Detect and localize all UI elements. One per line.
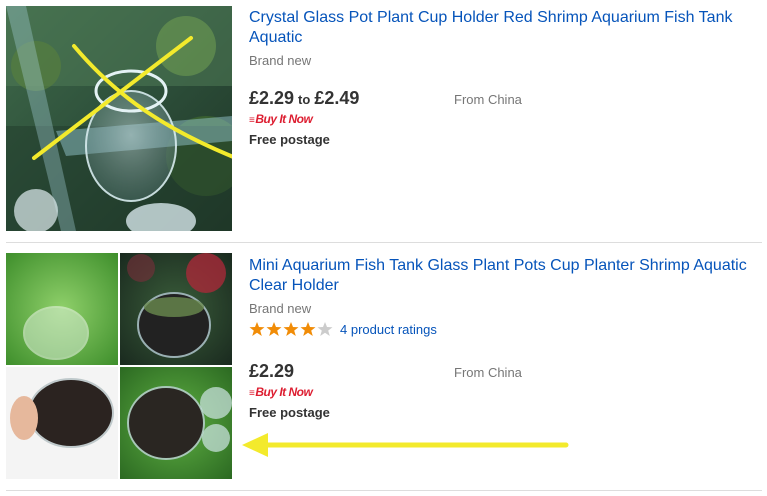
- price-range-1: £2.29 to £2.49: [249, 88, 359, 109]
- price-2: £2.29: [249, 361, 295, 381]
- listing-item-2: Mini Aquarium Fish Tank Glass Plant Pots…: [0, 243, 767, 496]
- star-filled-icon: [300, 322, 316, 336]
- star-empty-icon: [317, 322, 333, 336]
- listing-item-1: Crystal Glass Pot Plant Cup Holder Red S…: [0, 0, 767, 243]
- plant-pot-collage-icon: [6, 253, 232, 479]
- bin-lines-icon: ≡: [249, 115, 255, 126]
- price-separator: to: [298, 92, 311, 107]
- buy-it-now-badge-2: ≡Buy It Now: [249, 385, 313, 399]
- star-filled-icon: [249, 322, 265, 336]
- buy-it-now-label: Buy It Now: [255, 112, 313, 126]
- shipping-label-1: Free postage: [249, 132, 330, 147]
- shipping-label-2: Free postage: [249, 405, 330, 420]
- buy-it-now-label: Buy It Now: [255, 385, 313, 399]
- condition-label-1: Brand new: [249, 53, 312, 68]
- listing-title-1[interactable]: Crystal Glass Pot Plant Cup Holder Red S…: [249, 8, 749, 48]
- listing-image-1[interactable]: [6, 6, 232, 231]
- bin-lines-icon: ≡: [249, 388, 255, 399]
- buy-it-now-badge-1: ≡Buy It Now: [249, 112, 313, 126]
- origin-label-1: From China: [454, 92, 522, 107]
- yellow-arrow-icon: [242, 433, 569, 457]
- star-filled-icon: [266, 322, 282, 336]
- glass-cup-photo-icon: [6, 6, 232, 231]
- price-low: £2.29: [249, 88, 295, 108]
- star-filled-icon: [283, 322, 299, 336]
- price-high: £2.49: [314, 88, 360, 108]
- listing-divider: [6, 490, 762, 491]
- condition-label-2: Brand new: [249, 301, 312, 316]
- listing-title-2[interactable]: Mini Aquarium Fish Tank Glass Plant Pots…: [249, 256, 749, 296]
- product-ratings-link[interactable]: 4 product ratings: [340, 322, 437, 337]
- origin-label-2: From China: [454, 365, 522, 380]
- rating-stars[interactable]: 4 product ratings: [249, 321, 437, 337]
- listing-image-2[interactable]: [6, 253, 232, 479]
